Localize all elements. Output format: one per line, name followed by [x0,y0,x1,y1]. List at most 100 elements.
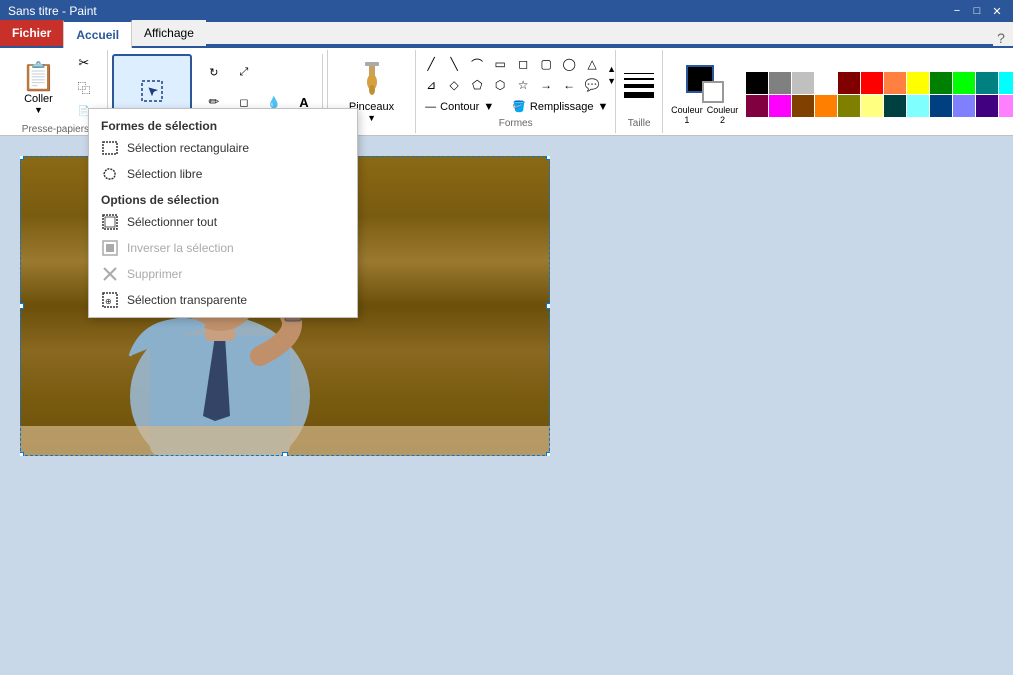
remplissage-arrow: ▼ [598,101,609,113]
couleur2-label: Couleur2 [707,105,739,125]
shape-rt-tri[interactable]: ⊿ [420,75,442,95]
contour-arrow: ▼ [483,101,494,113]
remplissage-button[interactable]: 🪣 Remplissage ▼ [507,97,613,116]
shapes-grid: ╱ ╲ ⌒ ▭ ◻ ▢ ◯ △ ⊿ ◇ ⬠ ⬡ ☆ → ← 💬 [420,54,603,95]
paste-dropdown-arrow: ▼ [34,105,43,115]
taille-label: Taille [628,118,651,129]
contour-remplissage: — Contour ▼ 🪣 Remplissage ▼ [420,97,611,116]
shapes-scroll-up[interactable]: ▲ [607,64,616,74]
color-cell[interactable] [953,95,975,117]
shape-pentagon[interactable]: ⬠ [466,75,488,95]
color-cell[interactable] [999,72,1013,94]
color-cell[interactable] [976,72,998,94]
shape-rect[interactable]: ◻ [512,54,534,74]
clipboard-tools: 📋 Coller ▼ ✂ ⿻ 📄 [12,52,99,122]
color-cell[interactable] [838,95,860,117]
size-line-thicker [624,92,654,98]
shape-arrow-r[interactable]: → [535,75,557,95]
size-line-thick [624,84,654,88]
shape-line2[interactable]: ╲ [443,54,465,74]
contour-icon: — [425,101,436,113]
size-icon-area [624,54,654,116]
shape-wave[interactable]: ⌒ [466,54,488,74]
copy-button[interactable]: ⿻ [69,76,99,98]
shape-rect-outline[interactable]: ▭ [489,54,511,74]
shape-hexagon[interactable]: ⬡ [489,75,511,95]
shape-line1[interactable]: ╱ [420,54,442,74]
invert-selection-icon [101,239,119,257]
maximize-button[interactable]: □ [969,3,985,19]
menu-item-delete: Supprimer [89,261,357,287]
color-cell[interactable] [999,95,1013,117]
couleur1-label: Couleur1 [671,105,703,125]
select-icon [138,77,166,108]
color-palette [746,72,1013,117]
color-cell[interactable] [815,95,837,117]
color-labels: Couleur1 Couleur2 [671,105,738,125]
color-cell[interactable] [976,95,998,117]
color-cell[interactable] [746,72,768,94]
transparent-selection-icon: ⊕ [101,291,119,309]
shape-rounded[interactable]: ▢ [535,54,557,74]
menu-item-invert-selection: Inverser la sélection [89,235,357,261]
color-cell[interactable] [884,95,906,117]
minimize-button[interactable]: − [949,3,965,19]
shape-diamond[interactable]: ◇ [443,75,465,95]
contour-button[interactable]: — Contour ▼ [420,97,499,116]
close-button[interactable]: ✕ [989,3,1005,19]
brush-icon [357,60,387,101]
color-preview-combined [686,65,724,103]
menu-item-transparent-selection[interactable]: ⊕ Sélection transparente [89,287,357,313]
color-cell[interactable] [769,72,791,94]
shapes-scroll-down[interactable]: ▼ [607,76,616,86]
rect-selection-label: Sélection rectangulaire [127,141,249,155]
color-cell[interactable] [746,95,768,117]
color-cell[interactable] [792,72,814,94]
shape-arrow-l[interactable]: ← [558,75,580,95]
title-text: Sans titre - Paint [8,4,97,18]
shapes-section: ╱ ╲ ⌒ ▭ ◻ ▢ ◯ △ ⊿ ◇ ⬠ ⬡ ☆ → ← 💬 [416,50,616,133]
tab-affichage[interactable]: Affichage [132,20,206,46]
color-cell[interactable] [930,95,952,117]
rect-selection-icon [101,139,119,157]
transform-button[interactable]: ⤢ [230,58,258,86]
paste-button[interactable]: 📋 Coller ▼ [12,52,65,122]
formes-selection-header: Formes de sélection [89,113,357,135]
color-cell[interactable] [769,95,791,117]
rotate-button[interactable]: ↻ [200,58,228,86]
color-cell[interactable] [861,95,883,117]
shapes-scroll: ▲ ▼ [607,54,616,95]
select-all-label: Sélectionner tout [127,215,217,229]
tab-fichier[interactable]: Fichier [0,20,63,46]
color-cell[interactable] [930,72,952,94]
free-selection-icon [101,165,119,183]
formes-label: Formes [420,118,611,129]
free-selection-label: Sélection libre [127,167,202,181]
shape-callout[interactable]: 💬 [581,75,603,95]
window-controls: − □ ✕ [949,3,1005,19]
shape-star[interactable]: ☆ [512,75,534,95]
color-cell[interactable] [861,72,883,94]
color-cell[interactable] [792,95,814,117]
help-icon[interactable]: ? [993,30,1009,46]
shape-triangle[interactable]: △ [581,54,603,74]
color-cell[interactable] [953,72,975,94]
shape-ellipse[interactable]: ◯ [558,54,580,74]
color-cell[interactable] [907,95,929,117]
color-cell[interactable] [907,72,929,94]
menu-item-rect-selection[interactable]: Sélection rectangulaire [89,135,357,161]
invert-selection-label: Inverser la sélection [127,241,234,255]
color2-swatch[interactable] [702,81,724,103]
menu-item-select-all[interactable]: Sélectionner tout [89,209,357,235]
cut-button[interactable]: ✂ [69,52,99,74]
color-cell[interactable] [884,72,906,94]
color-cell[interactable] [838,72,860,94]
color-cell[interactable] [815,72,837,94]
menu-item-free-selection[interactable]: Sélection libre [89,161,357,187]
shapes-content: ╱ ╲ ⌒ ▭ ◻ ▢ ◯ △ ⊿ ◇ ⬠ ⬡ ☆ → ← 💬 [420,54,611,95]
size-section: Taille [616,50,663,133]
paste-label: Coller [24,93,53,105]
selection-dropdown: Formes de sélection Sélection rectangula… [88,108,358,318]
tab-accueil[interactable]: Accueil [63,20,132,48]
color-palette-container [746,72,1013,117]
